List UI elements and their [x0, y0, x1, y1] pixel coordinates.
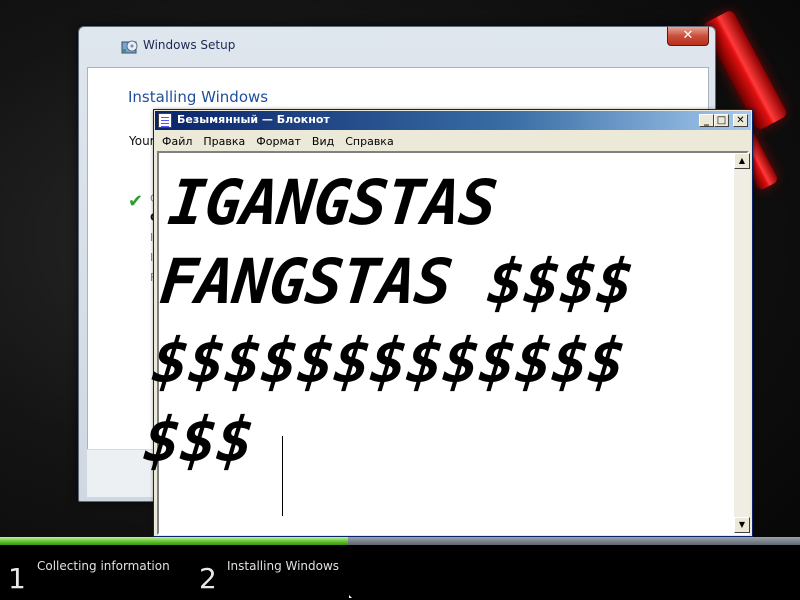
menu-view[interactable]: Вид: [311, 135, 340, 148]
maximize-button[interactable]: □: [714, 114, 729, 127]
progress-completed: [0, 537, 348, 545]
stage-label-1: Collecting information: [37, 559, 170, 573]
mouse-cursor-icon: [349, 595, 352, 598]
checkmark-icon: ✔: [128, 191, 144, 212]
menu-file[interactable]: Файл: [161, 135, 198, 148]
text-line-2: FANGSTAS $$$$: [156, 245, 637, 318]
setup-subtext: Your: [129, 134, 155, 148]
text-line-4: $$$: [140, 403, 257, 476]
notepad-text-area[interactable]: IGANGSTAS FANGSTAS $$$$ $$$$$$$$$$$$$ $$…: [140, 151, 750, 535]
setup-heading: Installing Windows: [128, 88, 269, 106]
notepad-titlebar[interactable]: Безымянный — Блокнот _ □ ✕: [155, 111, 751, 130]
notepad-app-icon: [158, 113, 172, 128]
setup-disc-icon: [121, 40, 138, 54]
notepad-window: Безымянный — Блокнот _ □ ✕ Файл Правка Ф…: [140, 109, 753, 537]
scroll-up-button[interactable]: ▲: [734, 153, 750, 169]
progress-remaining: [348, 537, 800, 545]
menu-format[interactable]: Формат: [255, 135, 307, 148]
stage-label-2: Installing Windows: [227, 559, 340, 573]
text-caret: [282, 436, 283, 516]
setup-titlebar: Windows Setup ✕: [79, 27, 715, 65]
stage-number-1: 1: [8, 562, 26, 595]
scroll-down-button[interactable]: ▼: [734, 517, 750, 533]
setup-window-title: Windows Setup: [143, 38, 236, 52]
text-line-1: IGANGSTAS: [165, 166, 500, 239]
vertical-scrollbar[interactable]: ▲ ▼: [734, 153, 750, 533]
stage-number-2: 2: [199, 562, 217, 595]
notepad-text-content: IGANGSTAS FANGSTAS $$$$ $$$$$$$$$$$$$ $$…: [140, 163, 729, 479]
close-button[interactable]: ✕: [733, 114, 748, 127]
notepad-menubar: Файл Правка Формат Вид Справка: [155, 131, 751, 151]
minimize-button[interactable]: _: [699, 114, 714, 127]
notepad-window-title: Безымянный — Блокнот: [177, 113, 330, 126]
menu-edit[interactable]: Правка: [202, 135, 251, 148]
menu-help[interactable]: Справка: [344, 135, 399, 148]
setup-progress-bar: [0, 537, 800, 545]
setup-close-button[interactable]: ✕: [667, 27, 709, 46]
text-line-3: $$$$$$$$$$$$$: [148, 324, 629, 397]
